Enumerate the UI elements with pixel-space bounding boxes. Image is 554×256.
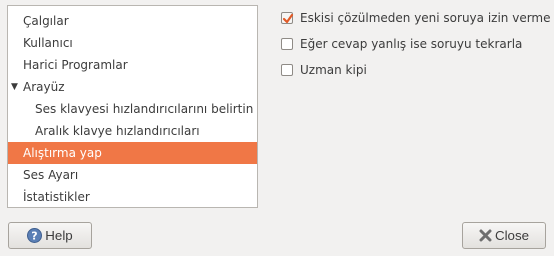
help-button[interactable]: ? Help <box>8 222 92 249</box>
tree-item-label: Ses klavyesi hızlandırıcılarını belirtin <box>35 102 254 116</box>
help-icon: ? <box>27 228 43 243</box>
close-button-label: Close <box>494 228 530 243</box>
tree-item[interactable]: Ses klavyesi hızlandırıcılarını belirtin <box>8 98 257 120</box>
tree-item-label: Aralık klavye hızlandırıcıları <box>35 124 200 138</box>
tree-item[interactable]: Alıştırma yap <box>8 142 257 164</box>
option-checkbox[interactable] <box>281 64 293 76</box>
tree-item-label: İstatistikler <box>23 190 90 204</box>
option-checkbox[interactable] <box>281 12 294 24</box>
tree-item-label: Arayüz <box>23 80 65 94</box>
check-icon <box>282 13 294 24</box>
tree-item-label: Harici Programlar <box>23 58 128 72</box>
option-checkbox[interactable] <box>281 38 293 50</box>
tree-item[interactable]: Harici Programlar <box>8 54 257 76</box>
tree-item[interactable]: ▼ Arayüz <box>8 76 257 98</box>
tree-item[interactable]: Ses Ayarı <box>8 164 257 186</box>
svg-text:?: ? <box>32 230 38 243</box>
tree-item[interactable]: İstatistikler <box>8 186 257 208</box>
help-button-label: Help <box>45 228 73 243</box>
option-label: Eğer cevap yanlış ise soruyu tekrarla <box>300 37 523 51</box>
triangle-down-icon[interactable]: ▼ <box>11 76 21 98</box>
option-label: Eskisi çözülmeden yeni soruya izin verme <box>300 11 551 25</box>
tree-item[interactable]: Kullanıcı <box>8 32 257 54</box>
preferences-category-tree[interactable]: Çalgılar Kullanıcı Harici Programlar ▼ Arayü… <box>7 5 258 208</box>
tree-item[interactable]: Aralık klavye hızlandırıcıları <box>8 120 257 142</box>
close-button[interactable]: Close <box>462 222 546 249</box>
tree-item-label: Kullanıcı <box>23 36 73 50</box>
option-label: Uzman kipi <box>300 63 367 77</box>
tree-item-label: Çalgılar <box>23 14 69 28</box>
tree-item[interactable]: Çalgılar <box>8 10 257 32</box>
tree-item-label: Alıştırma yap <box>23 146 102 160</box>
tree-item-label: Ses Ayarı <box>23 168 79 182</box>
close-x-icon <box>479 229 492 242</box>
